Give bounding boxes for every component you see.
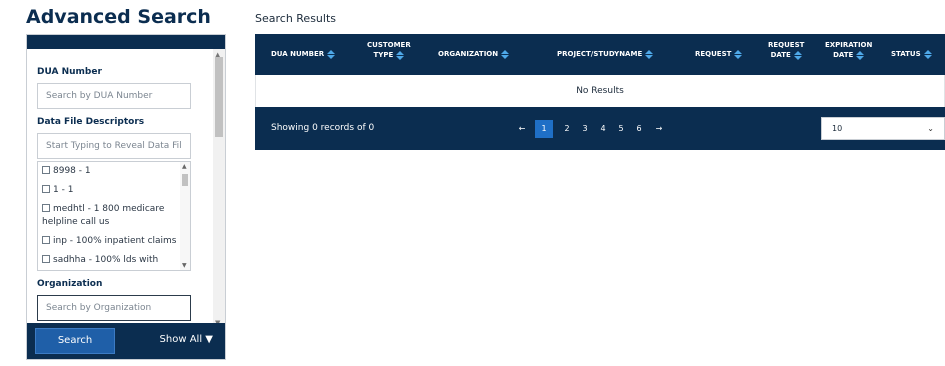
page-1-button[interactable]: 1 xyxy=(535,120,553,138)
scroll-down-icon[interactable]: ▼ xyxy=(182,262,187,269)
column-header-organization[interactable]: ORGANIZATION xyxy=(438,49,510,59)
list-item[interactable]: medhtl - 1 800 medicare helpline call us xyxy=(38,200,190,232)
data-file-descriptors-label: Data File Descriptors xyxy=(37,117,145,127)
search-results-title: Search Results xyxy=(255,12,337,25)
chevron-down-icon: ⌄ xyxy=(927,124,934,133)
per-page-select[interactable]: 10 ⌄ xyxy=(821,117,945,140)
advanced-search-title: Advanced Search xyxy=(26,6,211,28)
panel-footer: Search Show All ▼ xyxy=(27,323,225,359)
next-page-arrow-icon[interactable]: → xyxy=(652,120,666,138)
sort-icon[interactable] xyxy=(793,50,802,60)
column-header-request-date[interactable]: REQUEST DATE xyxy=(768,40,804,60)
page-2-button[interactable]: 2 xyxy=(560,120,574,138)
page-3-button[interactable]: 3 xyxy=(578,120,592,138)
column-header-status[interactable]: STATUS xyxy=(891,49,932,59)
data-file-descriptors-input[interactable] xyxy=(37,133,191,159)
sort-icon[interactable] xyxy=(645,49,654,59)
organization-input[interactable] xyxy=(37,295,191,321)
sort-icon[interactable] xyxy=(501,49,510,59)
list-item[interactable]: sadhha - 100% lds with xyxy=(38,251,190,270)
checkbox[interactable] xyxy=(42,204,50,212)
page-6-button[interactable]: 6 xyxy=(632,120,646,138)
caret-down-icon: ▼ xyxy=(205,334,213,345)
list-item[interactable]: 8998 - 1 xyxy=(38,162,190,181)
column-header-project-studyname[interactable]: PROJECT/STUDYNAME xyxy=(557,49,654,59)
checkbox[interactable] xyxy=(42,166,50,174)
dua-number-label: DUA Number xyxy=(37,67,102,77)
advanced-search-page: Advanced Search DUA Number Data File Des… xyxy=(0,0,945,366)
scroll-up-icon[interactable]: ▲ xyxy=(182,163,187,170)
column-header-request[interactable]: REQUEST xyxy=(695,49,743,59)
column-header-expiration-date[interactable]: EXPIRATION DATE xyxy=(825,40,872,60)
panel-header-bar xyxy=(27,35,225,49)
records-count: Showing 0 records of 0 xyxy=(271,123,375,133)
show-all-toggle[interactable]: Show All ▼ xyxy=(160,334,213,345)
search-button[interactable]: Search xyxy=(35,328,115,354)
column-header-dua-number[interactable]: DUA NUMBER xyxy=(271,49,336,59)
advanced-search-panel: DUA Number Data File Descriptors 8998 - … xyxy=(26,34,226,360)
sort-icon[interactable] xyxy=(856,50,865,60)
column-header-customer-type[interactable]: CUSTOMER TYPE xyxy=(367,40,411,60)
panel-scrollbar-thumb[interactable] xyxy=(215,57,223,137)
prev-page-arrow-icon[interactable]: ← xyxy=(515,120,529,138)
page-4-button[interactable]: 4 xyxy=(596,120,610,138)
sort-icon[interactable] xyxy=(923,49,932,59)
data-file-descriptors-list: 8998 - 1 1 - 1 medhtl - 1 800 medicare h… xyxy=(37,161,191,271)
sort-icon[interactable] xyxy=(396,50,405,60)
checkbox[interactable] xyxy=(42,236,50,244)
no-results-message: No Results xyxy=(255,75,945,107)
list-scrollbar-thumb[interactable] xyxy=(182,174,188,186)
table-footer: Showing 0 records of 0 ← 1 2 3 4 5 6 → 1… xyxy=(255,107,945,150)
page-5-button[interactable]: 5 xyxy=(614,120,628,138)
sort-icon[interactable] xyxy=(734,49,743,59)
dua-number-input[interactable] xyxy=(37,83,191,109)
organization-label: Organization xyxy=(37,279,103,289)
table-header: DUA NUMBER CUSTOMER TYPE ORGANIZATION PR… xyxy=(255,34,945,75)
checkbox[interactable] xyxy=(42,185,50,193)
checkbox[interactable] xyxy=(42,255,50,263)
list-item[interactable]: inp - 100% inpatient claims xyxy=(38,232,190,251)
sort-icon[interactable] xyxy=(327,49,336,59)
filter-scroll-area: DUA Number Data File Descriptors 8998 - … xyxy=(27,49,215,329)
results-table: DUA NUMBER CUSTOMER TYPE ORGANIZATION PR… xyxy=(255,34,945,150)
list-item[interactable]: 1 - 1 xyxy=(38,181,190,200)
panel-scrollbar[interactable]: ▲ ▼ xyxy=(213,49,225,329)
list-scrollbar[interactable]: ▲ ▼ xyxy=(180,162,190,270)
